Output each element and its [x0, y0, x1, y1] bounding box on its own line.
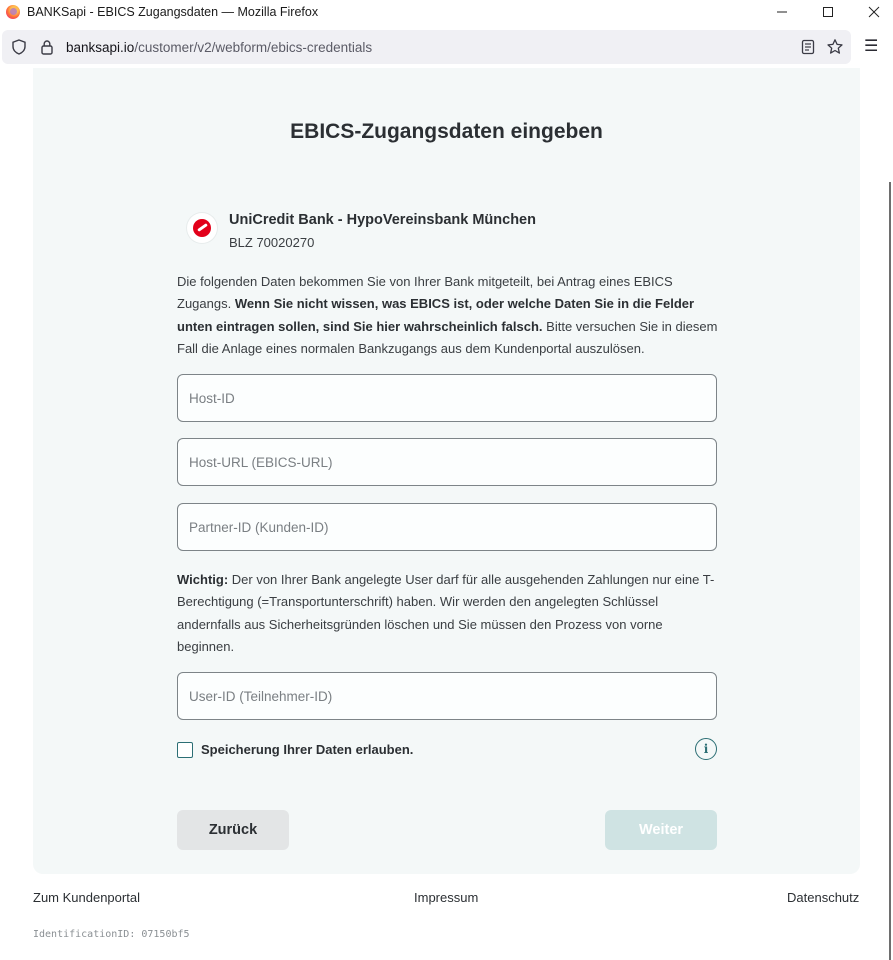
warning-body: Der von Ihrer Bank angelegte User darf f… [177, 572, 715, 654]
unicredit-logo-icon [187, 213, 217, 243]
url-text[interactable]: banksapi.io/customer/v2/webform/ebics-cr… [66, 40, 372, 55]
minimize-button[interactable] [759, 0, 805, 24]
bank-name: UniCredit Bank - HypoVereinsbank München [229, 212, 536, 228]
partner-id-input[interactable] [178, 504, 716, 550]
warning-text: Wichtig: Der von Ihrer Bank angelegte Us… [177, 569, 722, 658]
identification-id: IdentificationID: 07150bf5 [33, 929, 190, 940]
footer-link-privacy[interactable]: Datenschutz [787, 890, 859, 905]
maximize-icon [823, 7, 833, 17]
back-button[interactable]: Zurück [177, 810, 289, 850]
info-icon[interactable]: i [695, 738, 717, 760]
warning-label: Wichtig: [177, 572, 229, 587]
page-scrollbar[interactable] [889, 182, 891, 960]
firefox-logo-icon [6, 5, 20, 19]
window-titlebar: BANKSapi - EBICS Zugangsdaten — Mozilla … [0, 0, 893, 24]
address-bar[interactable]: banksapi.io/customer/v2/webform/ebics-cr… [2, 30, 851, 64]
tracking-protection-shield-icon[interactable] [12, 39, 26, 55]
url-path: /customer/v2/webform/ebics-credentials [134, 40, 373, 55]
close-button[interactable] [851, 0, 893, 24]
footer-link-imprint[interactable]: Impressum [414, 890, 478, 905]
padlock-icon[interactable] [40, 39, 54, 55]
app-menu-icon[interactable]: ☰ [864, 36, 878, 56]
host-id-field-wrapper [177, 374, 717, 422]
intro-text: Die folgenden Daten bekommen Sie von Ihr… [177, 271, 722, 360]
minimize-glyph-icon [777, 11, 787, 13]
host-id-input[interactable] [178, 375, 716, 421]
url-host: banksapi.io [66, 40, 135, 55]
user-id-input[interactable] [178, 673, 716, 719]
page-title: EBICS-Zugangsdaten eingeben [290, 120, 603, 143]
next-button[interactable]: Weiter [605, 810, 717, 850]
reader-view-icon[interactable] [799, 38, 817, 56]
host-url-field-wrapper [177, 438, 717, 486]
browser-toolbar: banksapi.io/customer/v2/webform/ebics-cr… [0, 30, 893, 64]
user-id-field-wrapper [177, 672, 717, 720]
consent-checkbox[interactable] [177, 742, 193, 758]
window-title: BANKSapi - EBICS Zugangsdaten — Mozilla … [27, 5, 319, 19]
bookmark-star-icon[interactable] [826, 38, 844, 56]
partner-id-field-wrapper [177, 503, 717, 551]
close-icon [868, 6, 880, 18]
bank-blz: BLZ 70020270 [229, 235, 315, 250]
maximize-button[interactable] [805, 0, 851, 24]
host-url-input[interactable] [178, 439, 716, 485]
footer-link-customer-portal[interactable]: Zum Kundenportal [33, 890, 140, 905]
consent-label[interactable]: Speicherung Ihrer Daten erlauben. [201, 742, 413, 757]
